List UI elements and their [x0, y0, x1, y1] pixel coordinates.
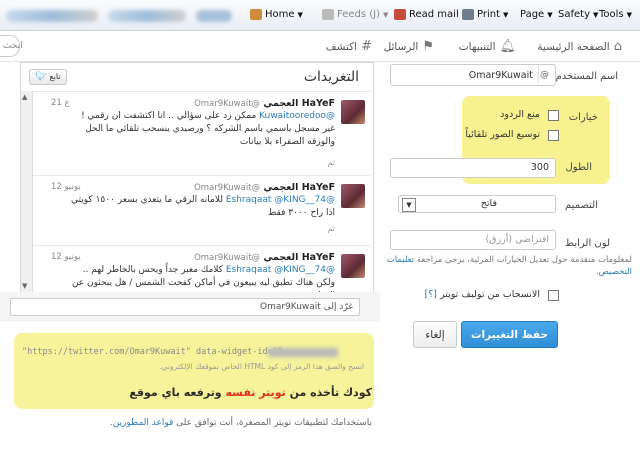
nav-discover[interactable]: اكتشف # — [326, 39, 372, 54]
nav-home[interactable]: الصفحة الرئيسية ⌂ — [537, 39, 622, 54]
tweet-item[interactable]: HaYeF العجمي @Omar9Kuwait 12 يونيو @Eshr… — [33, 175, 371, 244]
tweet-date[interactable]: 21 ع — [51, 98, 70, 108]
feed-icon — [322, 9, 334, 20]
tweet-date[interactable]: 12 يونيو — [51, 252, 81, 262]
tweet-date[interactable]: 12 يونيو — [51, 182, 81, 192]
print-button[interactable]: Print ▼ — [462, 9, 508, 20]
page-menu[interactable]: Page ▼ — [520, 9, 553, 20]
options-label: خيارات — [568, 112, 598, 123]
tweet-text: @Eshraqaat @KING__74 للامانه الرقي ما يت… — [71, 195, 335, 218]
save-button[interactable]: حفظ التغييرات — [461, 321, 558, 348]
home-icon: ⌂ — [613, 39, 622, 54]
tweet-handle[interactable]: @Omar9Kuwait — [194, 99, 260, 109]
mail-icon — [394, 9, 406, 20]
chevron-down-icon[interactable]: ▼ — [402, 198, 416, 212]
tweet-more[interactable]: ثم — [327, 158, 335, 167]
reply-input[interactable]: غرّد إلى Omar9Kuwait — [10, 298, 360, 316]
opt-out-checkbox[interactable] — [548, 290, 559, 301]
nav-messages[interactable]: الرسائل ⚑ — [384, 39, 434, 54]
tweet-author[interactable]: HaYeF العجمي — [263, 98, 335, 109]
height-input[interactable]: 300 — [390, 158, 556, 178]
tools-menu[interactable]: Tools ▼ — [599, 9, 632, 20]
tweet-handle[interactable]: @Omar9Kuwait — [194, 183, 260, 193]
printer-icon — [462, 9, 474, 20]
auto-expand-checkbox[interactable] — [548, 130, 559, 141]
feeds-button[interactable]: Feeds (J) ▼ — [322, 9, 388, 20]
avatar[interactable] — [341, 184, 365, 208]
developer-rules-link[interactable]: قواعد المطورين. — [110, 418, 173, 428]
follow-button[interactable]: 🐦︎ تابع — [29, 69, 67, 85]
hashtag-icon: # — [361, 39, 372, 54]
embed-code[interactable]: "https://twitter.com/Omar9Kuwait" data-w… — [22, 347, 283, 357]
scroll-down-icon[interactable]: ▼ — [22, 282, 27, 290]
bell-icon: 🔔︎ — [499, 39, 516, 54]
flag-icon: ⚑ — [422, 39, 434, 54]
nav-notifications[interactable]: التنبيهات 🔔︎ — [459, 39, 516, 54]
blurred-region — [196, 10, 232, 22]
read-mail-button[interactable]: Read mail — [394, 9, 459, 20]
timeline-title: التغريدات — [303, 69, 359, 85]
username-field[interactable]: @ Omar9Kuwait — [390, 64, 556, 86]
help-link[interactable]: [؟] — [425, 289, 437, 300]
tweet-text: @Kuwaitooredoo ممكن رد على سؤالي .. انا … — [81, 111, 335, 147]
theme-select[interactable]: فاتح ▼ — [398, 195, 556, 213]
home-icon — [250, 9, 262, 20]
tweet-author[interactable]: HaYeF العجمي — [263, 252, 335, 263]
browser-command-bar: Home ▼ Feeds (J) ▼ Read mail Print ▼ Page ▼ … — [0, 0, 640, 31]
tweet-item[interactable]: HaYeF العجمي @Omar9Kuwait 21 ع @Kuwaitoo… — [33, 91, 371, 174]
link-color-input[interactable]: افتراضي (أزرق) — [390, 230, 556, 250]
advanced-note: لمعلومات متقدمة حول تعديل الخيارات المرئ… — [386, 255, 632, 277]
username-label: اسم المستخدم — [555, 71, 618, 82]
search-input[interactable]: ابحث — [0, 35, 23, 57]
no-replies-label: منع الردود — [500, 109, 540, 120]
height-label: الطول — [565, 162, 592, 173]
blurred-region — [268, 348, 338, 357]
auto-expand-label: توسيع الصور تلقائياً — [465, 129, 540, 140]
twitter-nav: الصفحة الرئيسية ⌂ التنبيهات 🔔︎ الرسائل ⚑… — [0, 31, 640, 62]
cancel-button[interactable]: إلغاء — [413, 321, 457, 348]
tweet-text: @Eshraqaat @KING__74 كلامك معبر جداً ويح… — [71, 265, 335, 293]
blurred-region — [6, 10, 98, 22]
no-replies-checkbox[interactable] — [548, 110, 559, 121]
annotation-text: كودك تأخذه من تويتر نفسه وترفعه باي موقع — [129, 386, 372, 399]
avatar[interactable] — [341, 254, 365, 278]
link-color-label: لون الرابط — [564, 238, 610, 249]
twitter-bird-icon: 🐦︎ — [35, 72, 47, 82]
embed-hint: انسخ والصق هذا الرمز إلى كود HTML الخاص … — [159, 362, 364, 371]
tweet-item[interactable]: HaYeF العجمي @Omar9Kuwait 12 يونيو @Eshr… — [33, 245, 371, 293]
blurred-region — [108, 10, 186, 22]
footer-note: باستخدامك لتطبيقات تويتر المصغرة، أنت تو… — [109, 418, 372, 428]
opt-out-label: الانسحاب من توليف تويتر [؟] — [424, 289, 540, 300]
avatar[interactable] — [341, 100, 365, 124]
tweet-handle[interactable]: @Omar9Kuwait — [194, 253, 260, 263]
theme-label: التصميم — [565, 200, 598, 211]
safety-menu[interactable]: Safety ▼ — [558, 9, 598, 20]
timeline-preview: التغريدات 🐦︎ تابع ▲ ▼ HaYeF العجمي @Omar… — [20, 62, 374, 294]
tweet-more[interactable]: ثم — [327, 224, 335, 233]
home-button[interactable]: Home ▼ — [250, 9, 303, 20]
scroll-up-icon[interactable]: ▲ — [22, 93, 27, 101]
tweet-author[interactable]: HaYeF العجمي — [263, 182, 335, 193]
scrollbar[interactable]: ▲ ▼ — [21, 91, 33, 293]
